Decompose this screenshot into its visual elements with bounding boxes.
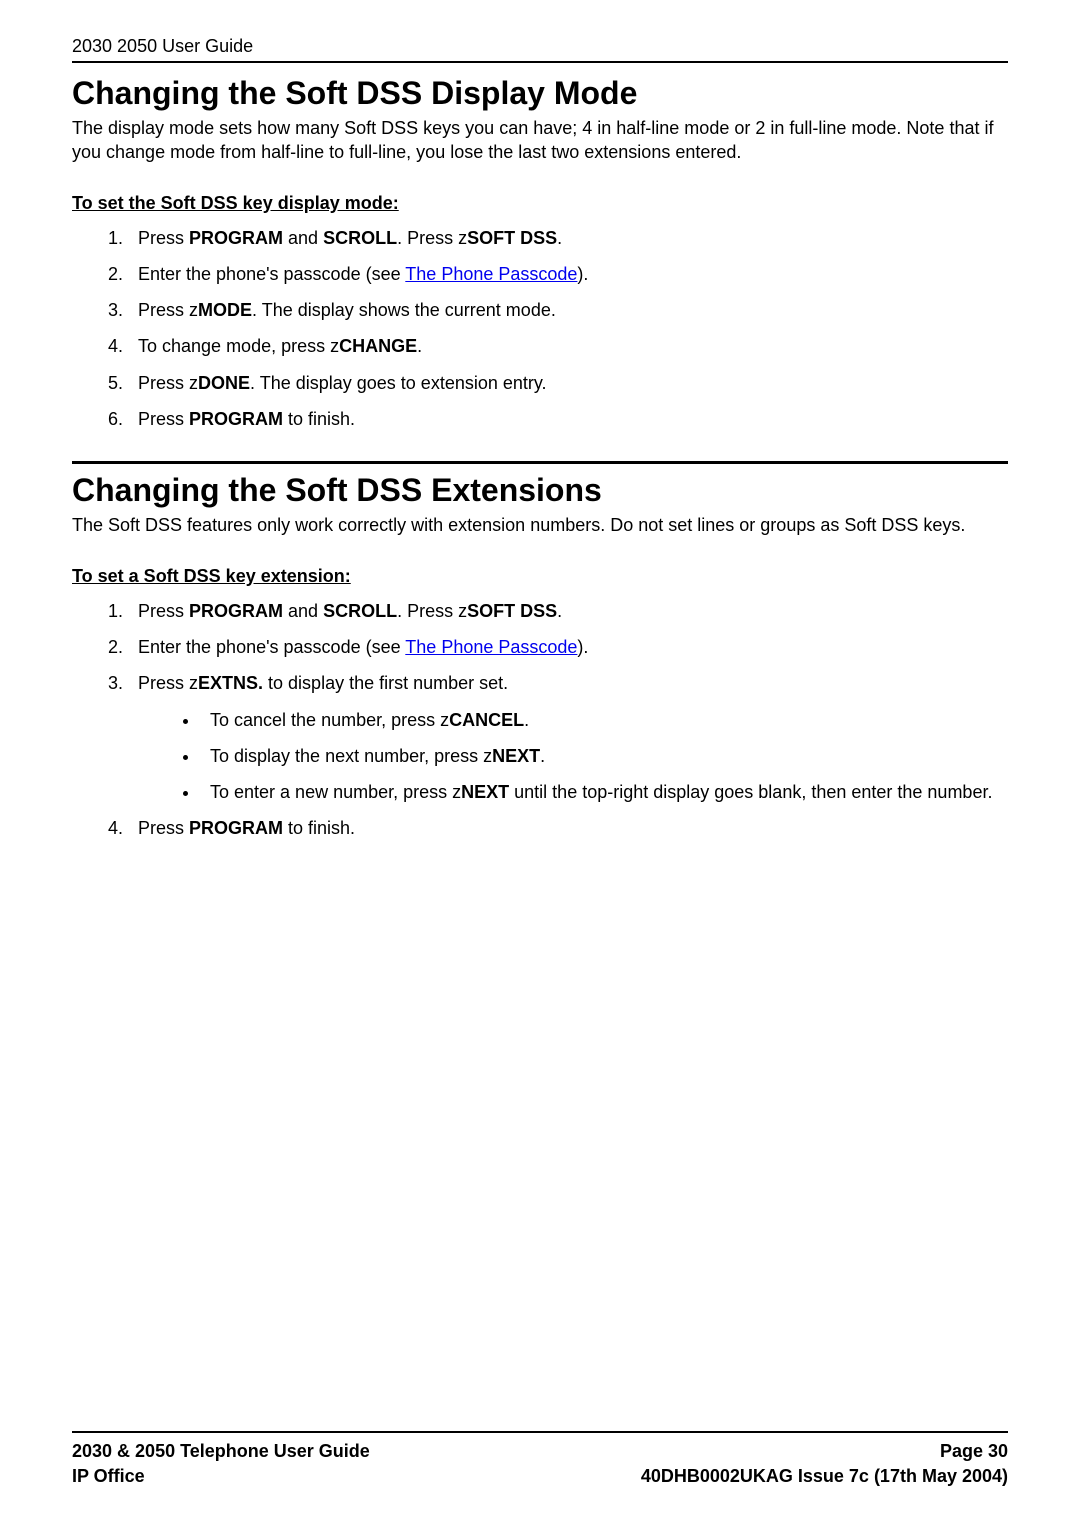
text: to display the first number set.	[263, 673, 508, 693]
text: .	[557, 228, 562, 248]
section2-intro: The Soft DSS features only work correctl…	[72, 513, 1008, 537]
text: . The display shows the current mode.	[252, 300, 556, 320]
text: Press	[138, 409, 189, 429]
text: . The display goes to extension entry.	[250, 373, 547, 393]
text-bold: PROGRAM	[189, 601, 283, 621]
text: .	[557, 601, 562, 621]
section1-steps: Press PROGRAM and SCROLL. Press zSOFT DS…	[128, 226, 1008, 432]
text: and	[283, 228, 323, 248]
text: until the top-right display goes blank, …	[509, 782, 992, 802]
text-bold: CANCEL	[449, 710, 524, 730]
sub-list: To cancel the number, press zCANCEL. To …	[200, 708, 1008, 805]
section1-intro: The display mode sets how many Soft DSS …	[72, 116, 1008, 165]
text-bold: NEXT	[461, 782, 509, 802]
section2-title: Changing the Soft DSS Extensions	[72, 472, 1008, 509]
text-bold: MODE	[198, 300, 252, 320]
text-bold: SCROLL	[323, 601, 397, 621]
text: to finish.	[283, 818, 355, 838]
list-item: Press zEXTNS. to display the first numbe…	[128, 671, 1008, 804]
text: and	[283, 601, 323, 621]
footer-right-2: 40DHB0002UKAG Issue 7c (17th May 2004)	[641, 1464, 1008, 1488]
text-bold: PROGRAM	[189, 409, 283, 429]
list-item: Press PROGRAM to finish.	[128, 816, 1008, 840]
text: . Press z	[397, 601, 467, 621]
text: to finish.	[283, 409, 355, 429]
section1-subhead: To set the Soft DSS key display mode:	[72, 193, 1008, 214]
text: Press	[138, 818, 189, 838]
text: Press	[138, 601, 189, 621]
list-item: Press zMODE. The display shows the curre…	[128, 298, 1008, 322]
text-bold: PROGRAM	[189, 228, 283, 248]
section2-steps: Press PROGRAM and SCROLL. Press zSOFT DS…	[128, 599, 1008, 841]
list-item: To change mode, press zCHANGE.	[128, 334, 1008, 358]
text: To cancel the number, press z	[210, 710, 449, 730]
text: To change mode, press z	[138, 336, 339, 356]
list-item: Enter the phone's passcode (see The Phon…	[128, 262, 1008, 286]
footer-rule	[72, 1431, 1008, 1433]
page-footer: 2030 & 2050 Telephone User Guide Page 30…	[72, 1431, 1008, 1488]
footer-left-2: IP Office	[72, 1464, 145, 1488]
list-item: To enter a new number, press zNEXT until…	[200, 780, 1008, 804]
text: Press	[138, 228, 189, 248]
text: .	[540, 746, 545, 766]
text-bold: SOFT DSS	[467, 228, 557, 248]
section2-subhead: To set a Soft DSS key extension:	[72, 566, 1008, 587]
text: .	[417, 336, 422, 356]
page-header: 2030 2050 User Guide	[72, 36, 1008, 57]
text: To enter a new number, press z	[210, 782, 461, 802]
text: Enter the phone's passcode (see	[138, 264, 405, 284]
text: Press z	[138, 373, 198, 393]
text-bold: PROGRAM	[189, 818, 283, 838]
phone-passcode-link[interactable]: The Phone Passcode	[405, 264, 577, 284]
phone-passcode-link[interactable]: The Phone Passcode	[405, 637, 577, 657]
list-item: Enter the phone's passcode (see The Phon…	[128, 635, 1008, 659]
text: Press z	[138, 673, 198, 693]
footer-left-1: 2030 & 2050 Telephone User Guide	[72, 1439, 370, 1463]
text: .	[524, 710, 529, 730]
text-bold: EXTNS.	[198, 673, 263, 693]
text-bold: SCROLL	[323, 228, 397, 248]
text: To display the next number, press z	[210, 746, 492, 766]
list-item: To display the next number, press zNEXT.	[200, 744, 1008, 768]
list-item: Press zDONE. The display goes to extensi…	[128, 371, 1008, 395]
text-bold: CHANGE	[339, 336, 417, 356]
text: Enter the phone's passcode (see	[138, 637, 405, 657]
footer-right-1: Page 30	[940, 1439, 1008, 1463]
header-rule	[72, 61, 1008, 63]
list-item: To cancel the number, press zCANCEL.	[200, 708, 1008, 732]
list-item: Press PROGRAM and SCROLL. Press zSOFT DS…	[128, 226, 1008, 250]
list-item: Press PROGRAM to finish.	[128, 407, 1008, 431]
text: ).	[577, 264, 588, 284]
section1-title: Changing the Soft DSS Display Mode	[72, 75, 1008, 112]
text: . Press z	[397, 228, 467, 248]
text-bold: SOFT DSS	[467, 601, 557, 621]
text: ).	[577, 637, 588, 657]
list-item: Press PROGRAM and SCROLL. Press zSOFT DS…	[128, 599, 1008, 623]
text-bold: DONE	[198, 373, 250, 393]
section-divider	[72, 461, 1008, 464]
text: Press z	[138, 300, 198, 320]
text-bold: NEXT	[492, 746, 540, 766]
